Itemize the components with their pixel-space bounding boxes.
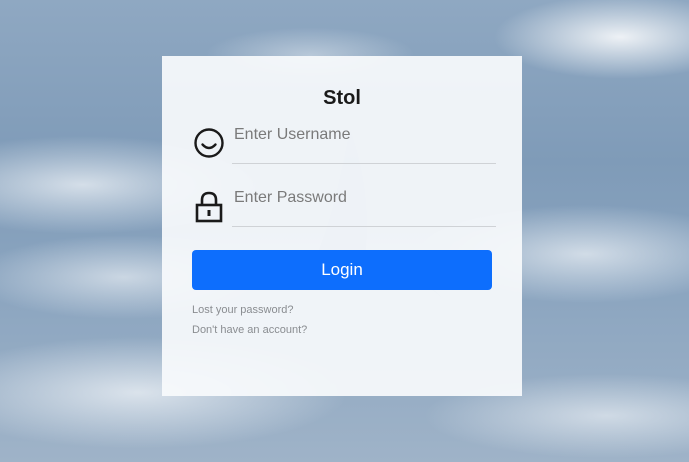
- app-title: Stol: [323, 87, 361, 109]
- username-field-group: [192, 120, 496, 164]
- signup-link[interactable]: Don't have an account?: [192, 324, 307, 336]
- password-input[interactable]: [232, 183, 496, 227]
- login-card: Stol Login Lost your password? Don't hav…: [162, 56, 522, 396]
- login-button[interactable]: Login: [192, 250, 492, 290]
- password-field-group: [192, 183, 496, 227]
- username-input[interactable]: [232, 120, 496, 164]
- padlock-icon: [195, 191, 223, 223]
- smiley-face-icon: [194, 128, 224, 158]
- lost-password-link[interactable]: Lost your password?: [192, 304, 294, 316]
